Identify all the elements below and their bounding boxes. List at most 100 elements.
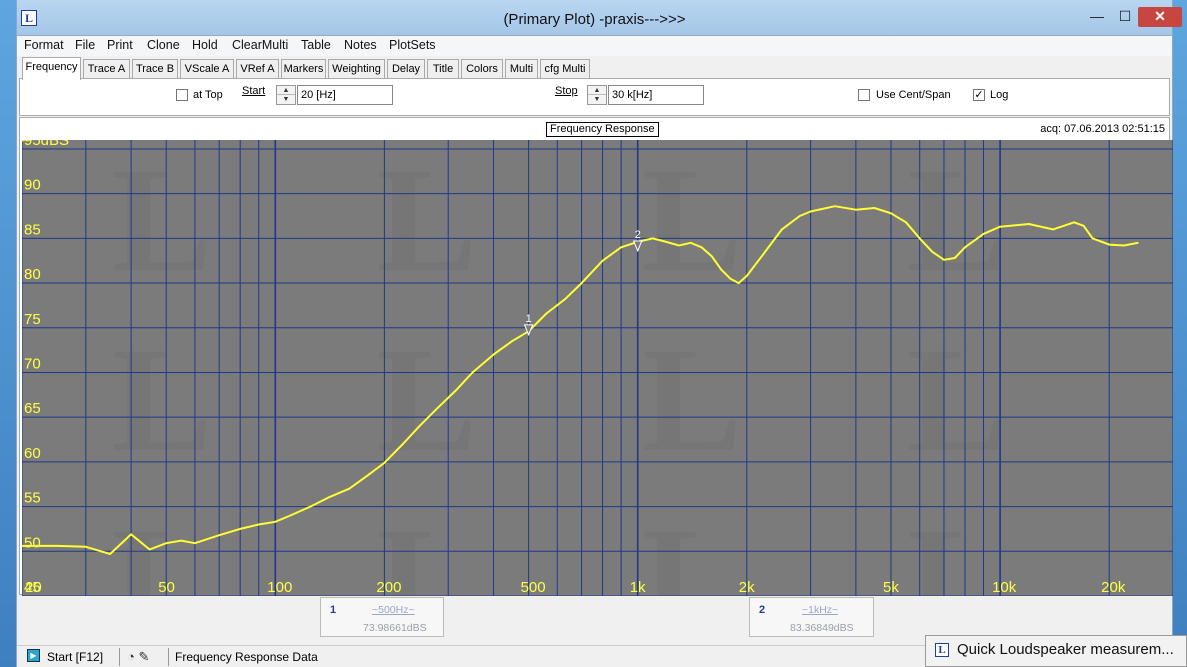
- window-title: (Primary Plot) -praxis--->>>: [503, 11, 686, 28]
- taskbar-preview[interactable]: L Quick Loudspeaker measurem...: [925, 635, 1187, 667]
- data-point: [1027, 223, 1030, 225]
- stop-spinner[interactable]: ▲ ▼: [587, 85, 607, 105]
- data-point: [418, 425, 421, 427]
- data-point: [781, 228, 783, 231]
- tab-trace-b[interactable]: Trace B: [132, 59, 178, 79]
- data-point: [798, 215, 801, 217]
- use-cent-span-checkbox[interactable]: [858, 89, 870, 101]
- watermark-logo: L: [642, 317, 742, 483]
- data-point: [1123, 244, 1125, 247]
- start-down-arrow-icon[interactable]: ▼: [277, 95, 295, 104]
- marker-1-label: 1: [526, 313, 532, 325]
- log-checkbox[interactable]: ✓: [973, 89, 985, 101]
- close-button[interactable]: ✕: [1138, 7, 1182, 27]
- cursor-readout-2[interactable]: 2 ~1kHz~ 83.36849dBS: [749, 597, 874, 637]
- menu-print[interactable]: Print: [107, 38, 133, 52]
- start-play-icon[interactable]: ▶: [27, 649, 40, 662]
- at-top-checkbox[interactable]: [176, 89, 188, 101]
- data-point: [905, 221, 907, 224]
- x-tick-label: 5k: [883, 579, 899, 596]
- stop-up-arrow-icon[interactable]: ▲: [588, 86, 606, 95]
- menu-file[interactable]: File: [75, 38, 95, 52]
- x-tick-label: 50: [158, 579, 175, 596]
- menu-clone[interactable]: Clone: [147, 38, 180, 52]
- use-cent-span-label: Use Cent/Span: [876, 89, 951, 101]
- data-point: [56, 545, 58, 547]
- tab-title[interactable]: Title: [427, 59, 459, 79]
- title-bar[interactable]: L (Primary Plot) -praxis--->>> — ☐ ✕: [17, 0, 1182, 36]
- tab-frequency[interactable]: Frequency: [22, 57, 81, 80]
- watermark-logo: L: [907, 317, 1007, 483]
- tab-vref-a[interactable]: VRef A: [236, 59, 279, 79]
- watermark-logo: L: [112, 317, 212, 483]
- log-label: Log: [990, 89, 1009, 101]
- data-point: [194, 542, 196, 545]
- tab-trace-a[interactable]: Trace A: [83, 59, 130, 79]
- data-point: [689, 242, 692, 244]
- y-tick-label: 85: [24, 221, 41, 238]
- data-point: [367, 474, 369, 477]
- tab-cfg-multi[interactable]: cfg Multi: [540, 59, 590, 79]
- start-up-arrow-icon[interactable]: ▲: [277, 86, 295, 95]
- data-point: [890, 212, 892, 215]
- at-top-label: at Top: [193, 89, 223, 101]
- data-point: [165, 542, 168, 545]
- frequency-response-chart[interactable]: LLLLLLLLLLLLLLL95dBS90858075706560555045…: [22, 140, 1173, 596]
- x-tick-label: 500: [521, 579, 546, 596]
- data-point: [720, 268, 723, 271]
- data-point: [665, 241, 668, 243]
- data-point: [710, 255, 713, 258]
- stop-down-arrow-icon[interactable]: ▼: [588, 95, 606, 104]
- stop-frequency-input[interactable]: 30 k[Hz]: [608, 85, 704, 105]
- start-frequency-input[interactable]: 20 [Hz]: [297, 85, 393, 105]
- data-point: [180, 539, 183, 542]
- data-point: [239, 528, 241, 530]
- watermark-logo: L: [642, 140, 742, 303]
- tab-vscale-a[interactable]: VScale A: [180, 59, 234, 79]
- watermark-logo: L: [642, 497, 742, 596]
- data-point: [1082, 225, 1085, 227]
- timer-pen-icon[interactable]: ◔ ✎: [127, 649, 149, 665]
- start-button[interactable]: Start [F12]: [47, 650, 103, 664]
- plot-title[interactable]: Frequency Response: [546, 122, 659, 137]
- menu-hold[interactable]: Hold: [192, 38, 218, 52]
- x-tick-label: 20k: [1101, 579, 1126, 596]
- data-point: [218, 534, 220, 536]
- data-point: [964, 246, 966, 249]
- data-point: [737, 282, 740, 284]
- data-point: [564, 298, 566, 300]
- data-point: [729, 277, 732, 280]
- tab-multi[interactable]: Multi: [505, 59, 538, 79]
- menu-plotsets[interactable]: PlotSets: [389, 38, 436, 52]
- data-point: [455, 389, 457, 392]
- maximize-button[interactable]: ☐: [1111, 7, 1139, 27]
- cursor-readout-1[interactable]: 1 ~500Hz~ 73.98661dBS: [320, 597, 444, 637]
- menu-notes[interactable]: Notes: [344, 38, 377, 52]
- data-point: [931, 250, 934, 253]
- menu-table[interactable]: Table: [301, 38, 331, 52]
- data-point: [274, 520, 277, 523]
- watermark-logo: L: [112, 140, 212, 303]
- tab-markers[interactable]: Markers: [281, 59, 326, 79]
- data-point: [954, 257, 956, 259]
- marker-2-label: 2: [635, 229, 641, 241]
- data-point: [471, 371, 474, 374]
- data-point: [982, 233, 985, 235]
- cursor-2-frequency[interactable]: ~1kHz~: [802, 604, 838, 616]
- tab-weighting[interactable]: Weighting: [328, 59, 385, 79]
- data-point: [492, 353, 495, 356]
- data-point: [348, 487, 351, 490]
- start-spinner[interactable]: ▲ ▼: [276, 85, 296, 105]
- cursor-1-frequency[interactable]: ~500Hz~: [372, 604, 415, 616]
- menu-clearmulti[interactable]: ClearMulti: [232, 38, 288, 52]
- menu-format[interactable]: Format: [24, 38, 64, 52]
- tab-colors[interactable]: Colors: [461, 59, 503, 79]
- data-point: [873, 207, 876, 209]
- cursor-1-number: 1: [330, 604, 337, 616]
- tab-delay[interactable]: Delay: [387, 59, 425, 79]
- data-point: [601, 259, 604, 262]
- minimize-button[interactable]: —: [1083, 7, 1111, 27]
- data-point: [834, 205, 836, 207]
- cursor-1-value: 73.98661dBS: [363, 622, 427, 634]
- data-point: [309, 505, 312, 508]
